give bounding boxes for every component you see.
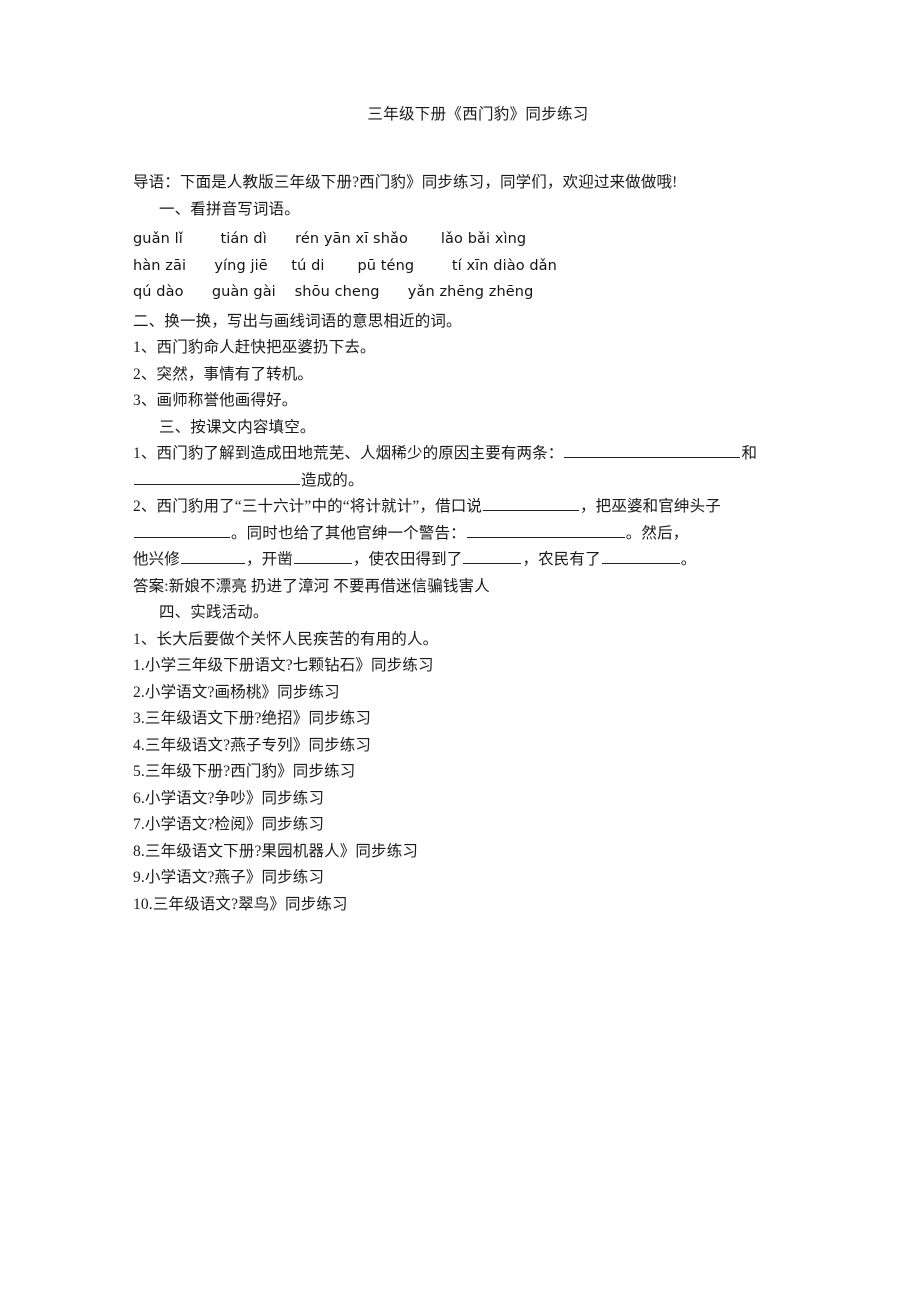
- pinyin-row-1: guǎn lǐ tián dì rén yān xī shǎo lǎo bǎi …: [133, 231, 527, 247]
- section-two-item-3: 3、画师称誉他画得好。: [133, 392, 298, 409]
- list-item[interactable]: 5.三年级下册?西门豹》同步练习: [133, 759, 823, 786]
- fill-question-2-cont: 。同时也给了其他官绅一个警告： 。然后，: [133, 521, 823, 548]
- fill-question-3: 他兴修 ，开凿 ，使农田得到了 ，农民有了 。: [133, 547, 823, 574]
- list-item[interactable]: 3.三年级语文下册?绝招》同步练习: [133, 706, 823, 733]
- section-two-heading: 二、换一换，写出与画线词语的意思相近的词。: [133, 312, 462, 330]
- pinyin-row-3: qú dào guàn gài shōu cheng yǎn zhēng zhē…: [133, 284, 534, 300]
- fill-blank-q3-b[interactable]: [293, 548, 352, 564]
- fill-question-1-cont: 造成的。: [133, 468, 823, 495]
- fill-blank-q1-b[interactable]: [134, 469, 300, 485]
- document-body: 三年级下册《西门豹》同步练习 导语：下面是人教版三年级下册?西门豹》同步练习，同…: [133, 104, 823, 918]
- section-two-item-1: 1、西门豹命人赶快把巫婆扔下去。: [133, 339, 376, 356]
- pinyin-row-2: hàn zāi yíng jiē tú di pū téng tí xīn di…: [133, 257, 557, 274]
- fill-blank-q2-c[interactable]: [466, 522, 625, 538]
- answer-line: 答案:新娘不漂亮 扔进了漳河 不要再借迷信骗钱害人: [133, 577, 490, 595]
- fill-q1-text-a: 1、西门豹了解到造成田地荒芜、人烟稀少的原因主要有两条：: [133, 445, 564, 462]
- list-item[interactable]: 8.三年级语文下册?果园机器人》同步练习: [133, 839, 823, 866]
- document-page: 三年级下册《西门豹》同步练习 导语：下面是人教版三年级下册?西门豹》同步练习，同…: [0, 0, 920, 1302]
- fill-q3-text-c: ，使农田得到了: [352, 551, 463, 568]
- fill-q1-text-c: 造成的。: [301, 471, 364, 489]
- fill-blank-q3-d[interactable]: [601, 548, 680, 564]
- fill-q2-text-b: ，把巫婆和官绅头子: [580, 498, 721, 515]
- list-item[interactable]: 2.小学语文?画杨桃》同步练习: [133, 680, 823, 707]
- fill-q2-text-c: 。同时也给了其他官绅一个警告：: [231, 524, 466, 542]
- intro-paragraph: 导语：下面是人教版三年级下册?西门豹》同步练习，同学们，欢迎过来做做哦!: [133, 174, 678, 191]
- fill-blank-q2-a[interactable]: [483, 495, 580, 511]
- section-two-item-2: 2、突然，事情有了转机。: [133, 365, 314, 383]
- fill-blank-q3-a[interactable]: [180, 548, 245, 564]
- section-three-heading: 三、按课文内容填空。: [159, 418, 316, 436]
- page-title: 三年级下册《西门豹》同步练习: [367, 106, 589, 123]
- fill-question-2: 2、西门豹用了“三十六计”中的“将计就计”，借口说 ，把巫婆和官绅头子: [133, 494, 823, 521]
- fill-blank-q2-b[interactable]: [134, 522, 230, 538]
- fill-q3-text-a: 他兴修: [133, 551, 180, 568]
- section-four-heading: 四、实践活动。: [159, 604, 269, 621]
- list-item[interactable]: 7.小学语文?检阅》同步练习: [133, 812, 823, 839]
- fill-q3-text-e: 。: [680, 551, 697, 568]
- list-item[interactable]: 4.三年级语文?燕子专列》同步练习: [133, 733, 823, 760]
- list-item[interactable]: 9.小学语文?燕子》同步练习: [133, 865, 823, 892]
- fill-q2-text-d: 。然后，: [625, 524, 689, 542]
- fill-q1-text-b: 和: [741, 445, 758, 462]
- pinyin-block: guǎn lǐ tián dì rén yān xī shǎo lǎo bǎi …: [133, 226, 823, 306]
- list-item[interactable]: 6.小学语文?争吵》同步练习: [133, 786, 823, 813]
- fill-blank-q1-a[interactable]: [564, 442, 741, 458]
- list-item[interactable]: 10.三年级语文?翠鸟》同步练习: [133, 892, 823, 919]
- list-item[interactable]: 1.小学三年级下册语文?七颗钻石》同步练习: [133, 653, 823, 680]
- section-one-heading: 一、看拼音写词语。: [159, 200, 300, 218]
- section-four-item-1: 1、长大后要做个关怀人民疾苦的有用的人。: [133, 630, 439, 648]
- fill-q2-text-a: 2、西门豹用了“三十六计”中的“将计就计”，借口说: [133, 498, 483, 515]
- fill-q3-text-b: ，开凿: [245, 551, 293, 568]
- fill-question-1: 1、西门豹了解到造成田地荒芜、人烟稀少的原因主要有两条： 和: [133, 441, 823, 468]
- fill-q3-text-d: ，农民有了: [522, 551, 601, 568]
- fill-blank-q3-c[interactable]: [463, 548, 522, 564]
- related-exercises-list: 1.小学三年级下册语文?七颗钻石》同步练习 2.小学语文?画杨桃》同步练习 3.…: [133, 653, 823, 918]
